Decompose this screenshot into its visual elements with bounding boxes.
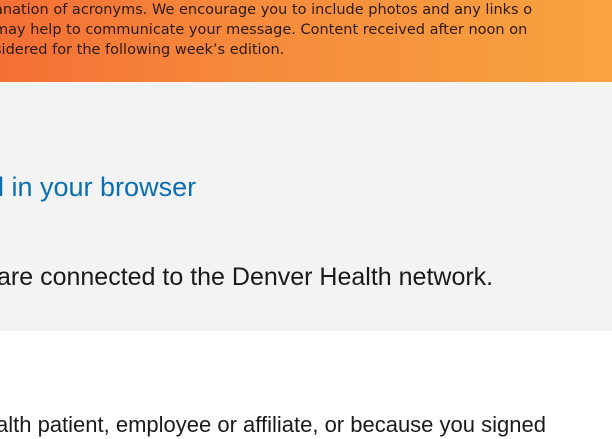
subscription-reason-text: alth patient, employee or affiliate, or …: [0, 412, 546, 437]
email-page: anation of acronyms. We encourage you to…: [0, 0, 612, 439]
banner-text: anation of acronyms. We encourage you to…: [0, 0, 612, 60]
network-note: are connected to the Denver Health netwo…: [0, 263, 494, 291]
view-in-browser-link[interactable]: l in your browser: [0, 172, 196, 203]
browser-view-panel: l in your browser are connected to the D…: [0, 82, 612, 331]
banner-line: sidered for the following week’s edition…: [0, 42, 285, 58]
banner-line: anation of acronyms. We encourage you to…: [0, 2, 533, 18]
submission-info-banner: anation of acronyms. We encourage you to…: [0, 0, 612, 82]
banner-line: may help to communicate your message. Co…: [0, 22, 528, 38]
